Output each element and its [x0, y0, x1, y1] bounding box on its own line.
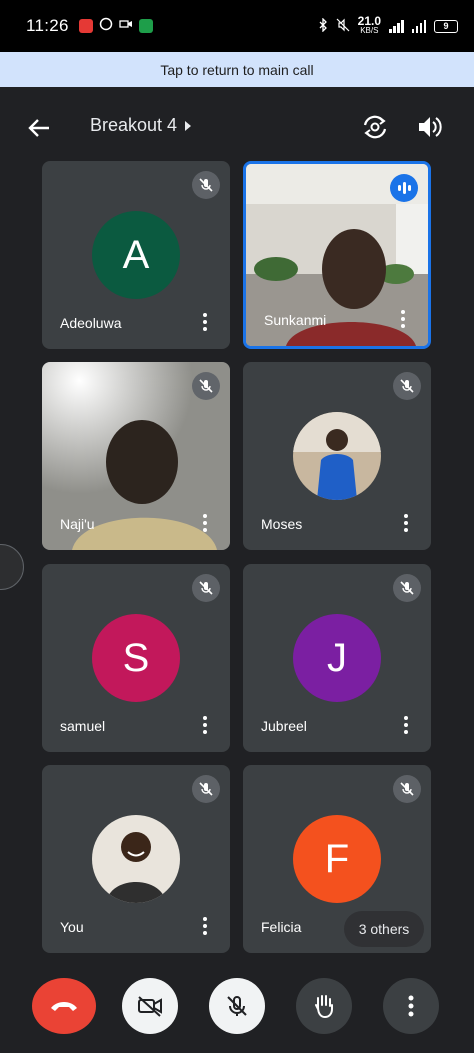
- mic-muted-icon: [192, 372, 220, 400]
- end-call-button[interactable]: [32, 978, 96, 1034]
- participant-tile[interactable]: Moses: [243, 362, 431, 550]
- room-title-button[interactable]: Breakout 4: [90, 115, 192, 136]
- participant-tile[interactable]: J Jubreel: [243, 564, 431, 752]
- banner-text: Tap to return to main call: [160, 61, 314, 78]
- status-bar: 11:26 21.0 KB/S 9: [0, 0, 474, 52]
- raise-hand-icon: [315, 995, 333, 1019]
- raise-hand-button[interactable]: [296, 978, 352, 1034]
- participant-name: Adeoluwa: [60, 315, 122, 331]
- participant-tile[interactable]: Naji'u: [42, 362, 230, 550]
- profile-photo: [293, 412, 381, 500]
- volume-icon: [419, 117, 442, 137]
- more-vert-icon[interactable]: [198, 915, 212, 937]
- avatar-initial: A: [122, 232, 150, 277]
- more-options-button[interactable]: [383, 978, 439, 1034]
- mic-muted-icon: [393, 372, 421, 400]
- return-to-main-call-banner[interactable]: Tap to return to main call: [0, 52, 474, 87]
- signal-icon: [389, 19, 404, 33]
- network-speed: 21.0 KB/S: [357, 14, 381, 36]
- battery-icon: 9: [434, 19, 458, 33]
- speaking-indicator-icon: [390, 174, 418, 202]
- participant-name: Jubreel: [261, 718, 307, 734]
- avatar: A: [92, 211, 180, 299]
- participant-tile[interactable]: S samuel: [42, 564, 230, 752]
- video-icon: [119, 17, 133, 36]
- avatar-initial: S: [122, 635, 150, 680]
- avatar: J: [293, 614, 381, 702]
- mic-toggle-button[interactable]: [209, 978, 265, 1034]
- status-notification-icons: [78, 17, 153, 36]
- profile-photo: [92, 815, 180, 903]
- others-chip[interactable]: 3 others: [344, 911, 424, 947]
- caret-right-icon: [185, 120, 192, 131]
- participant-tile-active[interactable]: Sunkanmi: [243, 161, 431, 349]
- signal-icon-2: [411, 19, 426, 33]
- back-button[interactable]: [24, 114, 54, 142]
- avatar: [293, 412, 381, 500]
- network-speed-unit: KB/S: [360, 26, 379, 35]
- room-title: Breakout 4: [90, 115, 178, 135]
- participant-name: You: [60, 919, 84, 935]
- avatar-initial: J: [327, 635, 347, 680]
- end-call-icon: [51, 1002, 77, 1011]
- switch-camera-button[interactable]: [360, 112, 390, 142]
- more-vert-icon[interactable]: [396, 308, 410, 330]
- status-time: 11:26: [26, 16, 69, 35]
- camera-off-icon: [138, 996, 162, 1017]
- app-p-icon: [138, 19, 153, 33]
- avatar: [92, 815, 180, 903]
- mic-muted-icon: [192, 171, 220, 199]
- mic-muted-icon: [393, 574, 421, 602]
- participant-name: Sunkanmi: [264, 312, 327, 328]
- more-vert-icon[interactable]: [399, 714, 413, 736]
- network-speed-value: 21.0: [357, 14, 381, 28]
- participant-name: Moses: [261, 516, 303, 532]
- call-header: Breakout 4: [0, 100, 474, 156]
- more-vert-icon[interactable]: [198, 714, 212, 736]
- avatar: S: [92, 614, 180, 702]
- mic-muted-icon: [192, 574, 220, 602]
- camera-toggle-button[interactable]: [122, 978, 178, 1034]
- switch-camera-icon: [363, 115, 387, 139]
- call-controls: [0, 972, 474, 1053]
- others-count: 3 others: [358, 921, 410, 937]
- participant-tile-self[interactable]: You: [42, 765, 230, 953]
- participant-name: Felicia: [261, 919, 302, 935]
- mic-muted-icon: [393, 775, 421, 803]
- participant-name: samuel: [60, 718, 106, 734]
- mic-off-icon: [227, 996, 247, 1016]
- side-panel-handle[interactable]: [0, 544, 24, 590]
- participant-name: Naji'u: [60, 516, 95, 532]
- more-vert-icon[interactable]: [198, 512, 212, 534]
- mic-muted-icon: [192, 775, 220, 803]
- whatsapp-icon: [99, 17, 113, 36]
- more-vert-icon: [408, 995, 414, 1017]
- participant-tile[interactable]: A Adeoluwa: [42, 161, 230, 349]
- more-vert-icon[interactable]: [198, 311, 212, 333]
- app-notification-icon: [78, 19, 93, 33]
- status-indicators: 21.0 KB/S 9: [318, 14, 458, 36]
- battery-level: 9: [443, 21, 449, 31]
- avatar-initial: F: [324, 836, 350, 881]
- more-vert-icon[interactable]: [399, 512, 413, 534]
- speaker-button[interactable]: [414, 112, 444, 142]
- mute-icon: [336, 18, 350, 35]
- bluetooth-icon: [318, 16, 328, 35]
- avatar: F: [293, 815, 381, 903]
- arrow-back-icon: [28, 119, 49, 137]
